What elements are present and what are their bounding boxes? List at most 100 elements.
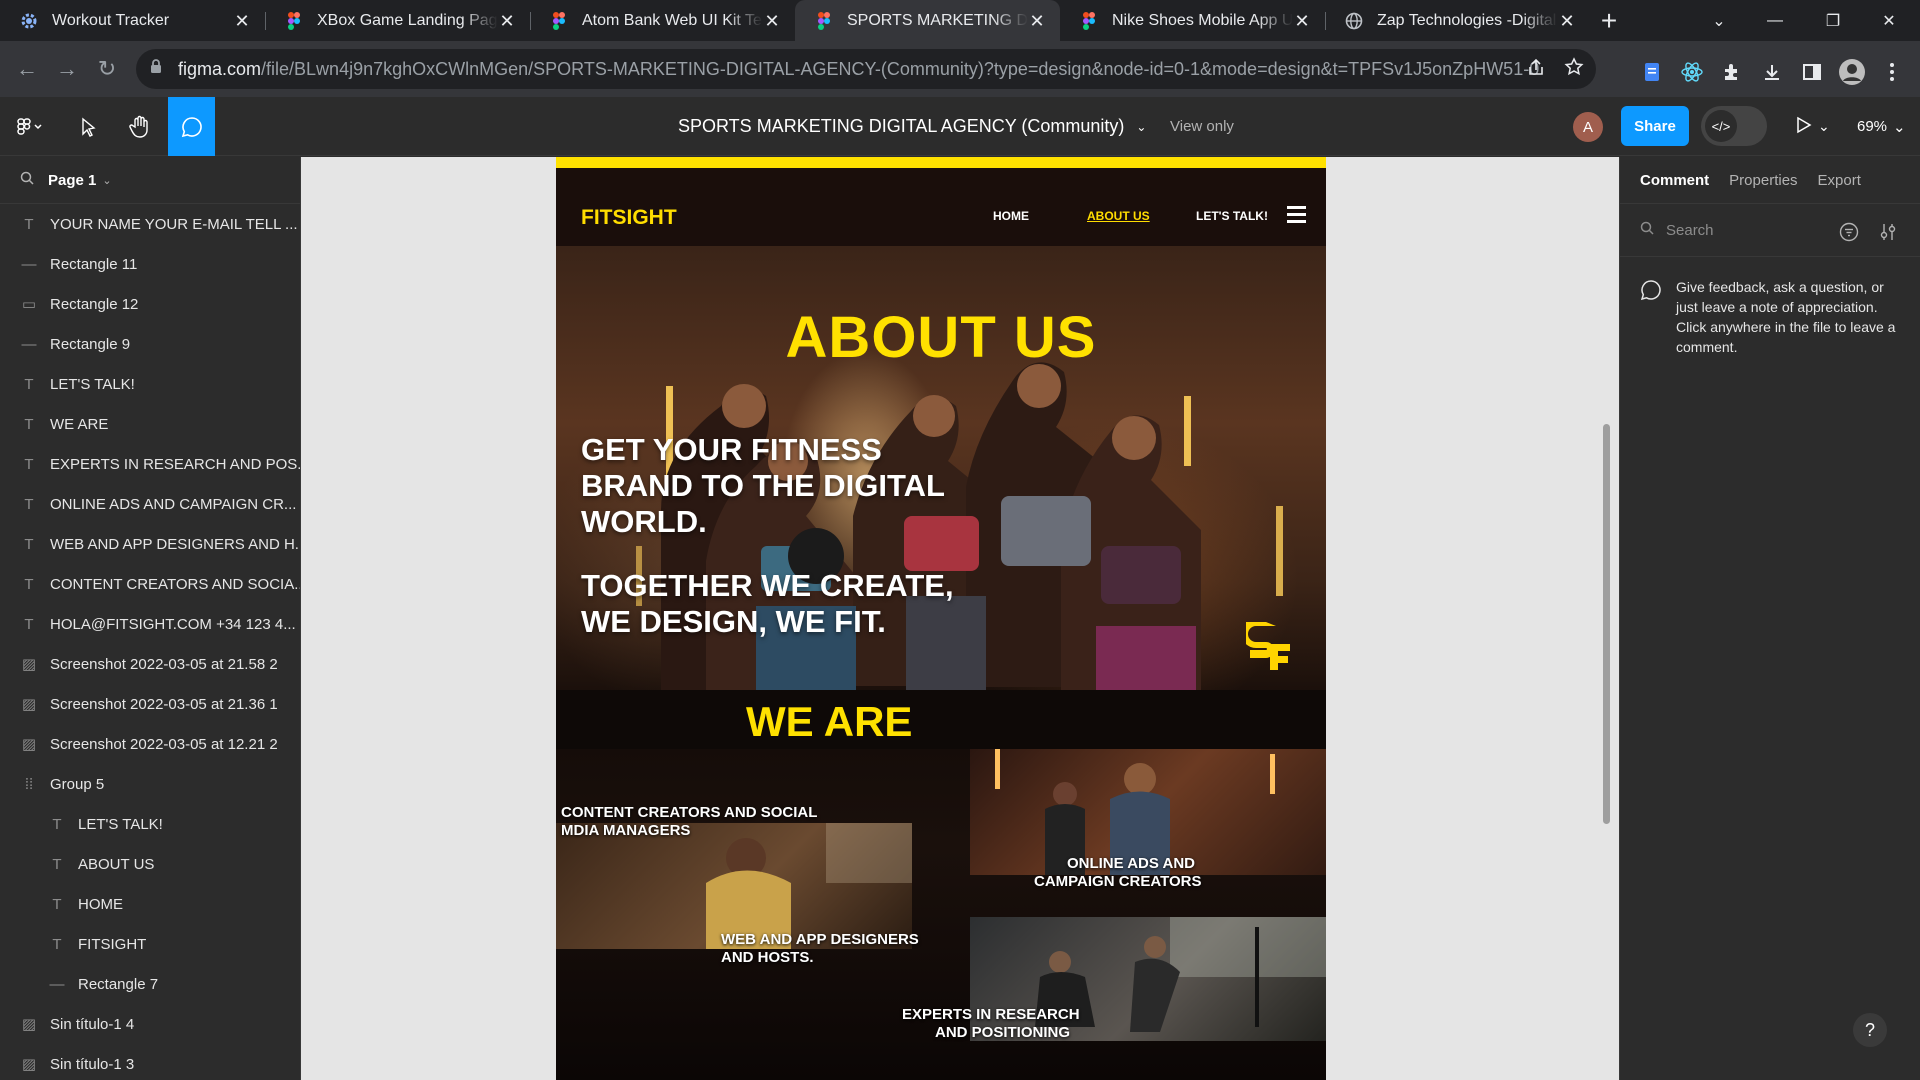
layer-row[interactable]: ▨ Screenshot 2022-03-05 at 21.36 1 bbox=[0, 684, 300, 724]
comment-hint: Give feedback, ask a question, or just l… bbox=[1676, 279, 1896, 355]
close-icon[interactable]: ✕ bbox=[233, 12, 251, 30]
line-icon: — bbox=[21, 335, 37, 353]
we-are-title: WE ARE bbox=[746, 698, 913, 745]
line-icon: — bbox=[49, 975, 65, 993]
layer-row[interactable]: T WE ARE bbox=[0, 404, 300, 444]
profile-avatar-icon[interactable] bbox=[1836, 56, 1868, 88]
dev-mode-toggle[interactable]: </> bbox=[1701, 106, 1767, 146]
close-icon[interactable]: ✕ bbox=[1558, 12, 1576, 30]
filter-icon[interactable] bbox=[1839, 222, 1859, 246]
layer-row[interactable]: ▭ Rectangle 12 bbox=[0, 284, 300, 324]
tab-title: Nike Shoes Mobile App UI Design bbox=[1112, 11, 1293, 29]
document-title[interactable]: SPORTS MARKETING DIGITAL AGENCY (Communi… bbox=[678, 97, 1146, 156]
layer-row[interactable]: ▨ Screenshot 2022-03-05 at 12.21 2 bbox=[0, 724, 300, 764]
page-selector[interactable]: Page 1 ⌄ bbox=[0, 157, 300, 204]
url-field[interactable]: figma.com/file/BLwn4j9n7kghOxCWlnMGen/SP… bbox=[136, 49, 1596, 89]
comment-search[interactable]: Search bbox=[1620, 204, 1920, 257]
hand-tool-icon[interactable] bbox=[118, 97, 162, 156]
tab-xbox-landing[interactable]: XBox Game Landing Page (Community) ✕ bbox=[265, 0, 530, 41]
chrome-menu-icon[interactable] bbox=[1876, 56, 1908, 88]
tab-properties[interactable]: Properties bbox=[1729, 172, 1797, 189]
tab-search-icon[interactable]: ⌄ bbox=[1696, 0, 1742, 41]
docs-extension-icon[interactable] bbox=[1636, 56, 1668, 88]
layer-row[interactable]: — Rectangle 7 bbox=[0, 964, 300, 1004]
forward-icon[interactable]: → bbox=[47, 49, 87, 89]
share-button[interactable]: Share bbox=[1621, 106, 1689, 146]
download-icon[interactable] bbox=[1756, 56, 1788, 88]
hero-section: ABOUT US GET YOUR FITNESS BRAND TO THE D… bbox=[556, 246, 1326, 690]
image-icon: ▨ bbox=[21, 736, 37, 753]
layer-row[interactable]: ⁞⁞ Group 5 bbox=[0, 764, 300, 804]
tab-export[interactable]: Export bbox=[1818, 172, 1861, 189]
react-devtools-icon[interactable] bbox=[1676, 56, 1708, 88]
comment-tool-icon[interactable] bbox=[168, 97, 215, 156]
layer-row[interactable]: T LET'S TALK! bbox=[0, 364, 300, 404]
tab-workout-tracker[interactable]: Workout Tracker ✕ bbox=[0, 0, 265, 41]
present-button[interactable]: ⌄ bbox=[1796, 97, 1830, 156]
restore-icon[interactable]: ❐ bbox=[1810, 0, 1856, 41]
avatar[interactable]: A bbox=[1573, 112, 1603, 142]
layer-row[interactable]: T HOLA@FITSIGHT.COM +34 123 4... bbox=[0, 604, 300, 644]
close-icon[interactable]: ✕ bbox=[498, 12, 516, 30]
layer-row[interactable]: T HOME bbox=[0, 884, 300, 924]
figma-icon bbox=[815, 11, 833, 30]
reload-icon[interactable]: ↻ bbox=[87, 49, 127, 89]
nav-about-us[interactable]: ABOUT US bbox=[1087, 209, 1150, 223]
layer-row[interactable]: ▨ Screenshot 2022-03-05 at 21.58 2 bbox=[0, 644, 300, 684]
layer-row[interactable]: T LET'S TALK! bbox=[0, 804, 300, 844]
share-page-icon[interactable] bbox=[1526, 57, 1546, 82]
hero-title: ABOUT US bbox=[785, 305, 1097, 370]
tab-atom-bank[interactable]: Atom Bank Web UI Kit Template ✕ bbox=[530, 0, 795, 41]
close-icon[interactable]: ✕ bbox=[763, 12, 781, 30]
layer-row[interactable]: T EXPERTS IN RESEARCH AND POS... bbox=[0, 444, 300, 484]
hamburger-menu-icon[interactable] bbox=[1287, 206, 1306, 227]
layer-row[interactable]: T ONLINE ADS AND CAMPAIGN CR... bbox=[0, 484, 300, 524]
layer-row[interactable]: T WEB AND APP DESIGNERS AND H... bbox=[0, 524, 300, 564]
layer-label: Sin título-1 4 bbox=[50, 1015, 135, 1033]
move-tool-icon[interactable] bbox=[68, 97, 110, 156]
nav-lets-talk[interactable]: LET'S TALK! bbox=[1196, 209, 1268, 223]
tagline-line: GET YOUR FITNESS bbox=[581, 432, 882, 467]
close-icon[interactable]: ✕ bbox=[1293, 12, 1311, 30]
brand-logo[interactable]: FITSIGHT bbox=[581, 206, 677, 230]
layer-row[interactable]: — Rectangle 9 bbox=[0, 324, 300, 364]
layer-row[interactable]: T YOUR NAME YOUR E-MAIL TELL ... bbox=[0, 204, 300, 244]
layer-row[interactable]: ▨ Sin título-1 4 bbox=[0, 1004, 300, 1044]
url-host: figma.com bbox=[178, 58, 262, 79]
layer-label: Rectangle 9 bbox=[50, 335, 131, 353]
tagline-line: TOGETHER WE CREATE, bbox=[581, 568, 954, 603]
bookmark-star-icon[interactable] bbox=[1564, 57, 1584, 82]
layer-label: ONLINE ADS AND CAMPAIGN CR... bbox=[50, 495, 297, 513]
tab-comment[interactable]: Comment bbox=[1640, 172, 1709, 189]
help-button[interactable]: ? bbox=[1853, 1013, 1887, 1047]
layer-row[interactable]: ▨ Sin título-1 3 bbox=[0, 1044, 300, 1080]
layer-row[interactable]: — Rectangle 11 bbox=[0, 244, 300, 284]
layer-label: Sin título-1 3 bbox=[50, 1055, 135, 1073]
canvas-scrollbar[interactable] bbox=[1603, 424, 1610, 824]
new-tab-button[interactable]: + bbox=[1590, 0, 1628, 41]
tab-zap-technologies[interactable]: Zap Technologies -Digital Agency ✕ bbox=[1325, 0, 1590, 41]
close-icon[interactable]: ✕ bbox=[1028, 12, 1046, 30]
text-icon: T bbox=[24, 575, 34, 593]
search-icon[interactable] bbox=[20, 171, 34, 189]
minimize-icon[interactable]: — bbox=[1752, 0, 1798, 41]
layer-row[interactable]: T FITSIGHT bbox=[0, 924, 300, 964]
tab-nike-shoes[interactable]: Nike Shoes Mobile App UI Design ✕ bbox=[1060, 0, 1325, 41]
lock-icon bbox=[150, 59, 162, 79]
tab-sports-marketing[interactable]: SPORTS MARKETING DIGITAL AGENCY ✕ bbox=[795, 0, 1060, 41]
settings-sliders-icon[interactable] bbox=[1879, 222, 1897, 246]
rectangle-icon: ▭ bbox=[21, 296, 37, 313]
layer-row[interactable]: T ABOUT US bbox=[0, 844, 300, 884]
group-icon: ⁞⁞ bbox=[24, 775, 34, 793]
nav-home[interactable]: HOME bbox=[993, 209, 1029, 223]
layer-row[interactable]: T CONTENT CREATORS AND SOCIA... bbox=[0, 564, 300, 604]
back-icon[interactable]: ← bbox=[7, 49, 47, 89]
extensions-puzzle-icon[interactable] bbox=[1716, 56, 1748, 88]
layer-label: LET'S TALK! bbox=[78, 815, 163, 833]
design-frame[interactable]: FITSIGHT HOME ABOUT US LET'S TALK! ABOUT… bbox=[556, 157, 1326, 1080]
layer-label: WEB AND APP DESIGNERS AND H... bbox=[50, 535, 301, 553]
zoom-menu[interactable]: 69% ⌄ bbox=[1857, 97, 1906, 156]
window-close-icon[interactable]: ✕ bbox=[1866, 0, 1912, 41]
figma-menu-icon[interactable] bbox=[0, 97, 60, 156]
side-panel-icon[interactable] bbox=[1796, 56, 1828, 88]
